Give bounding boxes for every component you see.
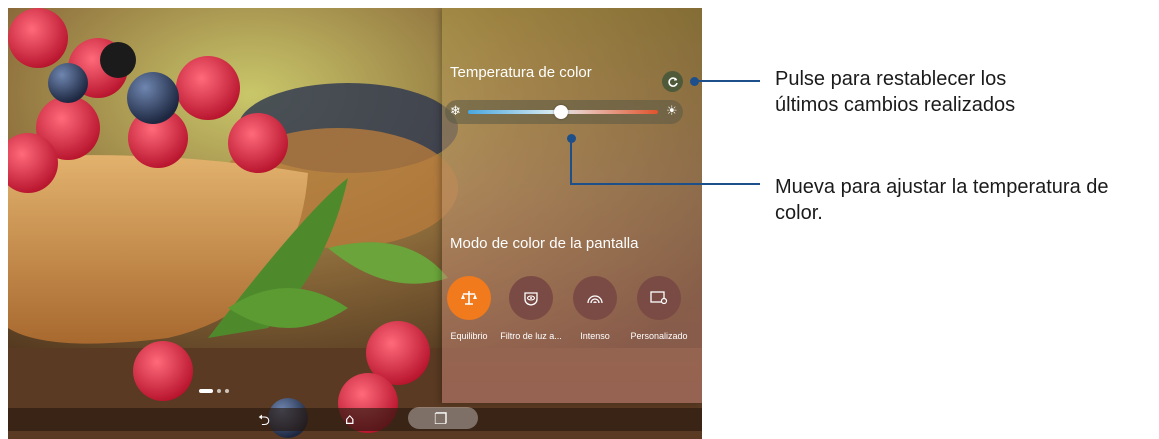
slider-callout-vertical-line [570, 138, 572, 184]
navigation-bar [8, 408, 702, 431]
tablet-screen [8, 8, 702, 439]
slider-thumb[interactable] [554, 105, 569, 119]
mode-button-vivid[interactable] [573, 276, 617, 320]
back-icon[interactable]: ⮌ [258, 410, 270, 435]
reset-button[interactable] [662, 71, 683, 92]
screen-gear-icon [650, 291, 668, 305]
eye-filter-icon [524, 292, 538, 306]
page-indicator [199, 389, 229, 393]
vivid-arc-icon [587, 295, 603, 304]
color-temperature-title: Temperatura de color [450, 64, 592, 81]
snowflake-icon: ❄ [450, 104, 461, 119]
mode-label-custom: Personalizado [630, 331, 688, 341]
reset-callout-line2: últimos cambios realizados [775, 94, 1016, 116]
slider-callout-line2: color. [775, 202, 823, 224]
mode-label-balance: Equilibrio [450, 331, 488, 341]
mode-label-bluelight-filter: Filtro de luz a... [500, 331, 562, 341]
slider-callout-horizontal-line [570, 183, 760, 185]
mode-button-bluelight-filter[interactable] [509, 276, 553, 320]
sun-icon: ☀ [666, 104, 678, 119]
refresh-icon [667, 76, 678, 87]
page-dot [217, 389, 221, 393]
slider-callout-text: Mueva para ajustar la temperatura de col… [775, 174, 1109, 226]
mode-label-vivid: Intenso [580, 331, 610, 341]
color-mode-title: Modo de color de la pantalla [450, 235, 639, 252]
home-icon[interactable]: ⌂ [345, 410, 355, 428]
balance-scale-icon [461, 291, 477, 305]
reset-callout-text: Pulse para restablecer los últimos cambi… [775, 66, 1015, 118]
reset-callout-line1: Pulse para restablecer los [775, 68, 1007, 90]
mode-button-custom[interactable] [637, 276, 681, 320]
mode-button-balance[interactable] [447, 276, 491, 320]
page-dot [225, 389, 229, 393]
reset-callout-line [694, 80, 760, 82]
slider-callout-line1: Mueva para ajustar la temperatura de [775, 176, 1109, 198]
page-dot-active [199, 389, 213, 393]
recent-apps-icon[interactable]: ❐ [434, 410, 447, 428]
